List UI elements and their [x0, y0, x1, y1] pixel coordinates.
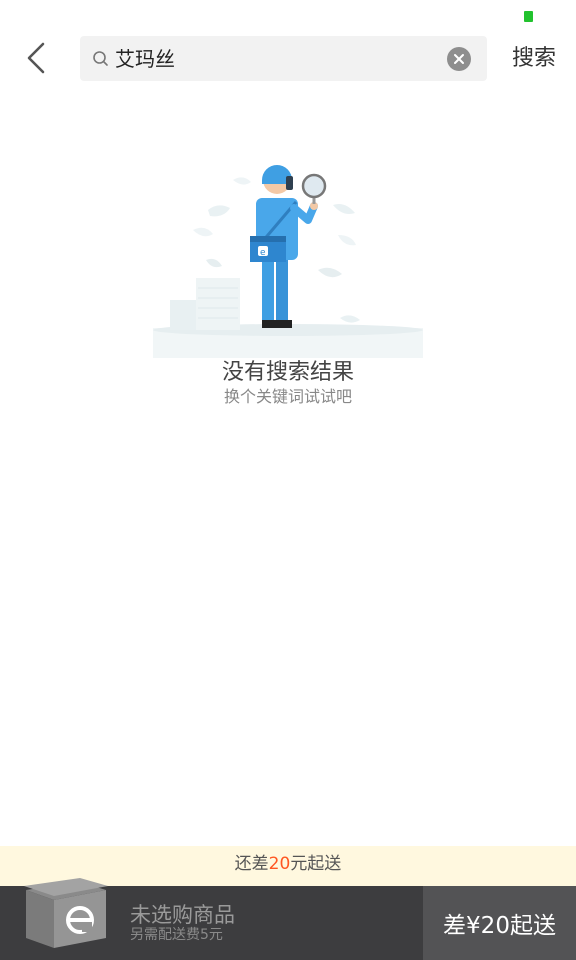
search-results-page: 艾玛丝 搜索 e 没有搜索结果 换个关键词试试吧 还差20元起送 未选购商品 另…: [0, 0, 576, 960]
empty-state-title: 没有搜索结果: [221, 360, 354, 385]
cart-box-icon[interactable]: [20, 876, 110, 952]
search-box[interactable]: 艾玛丝: [80, 36, 487, 81]
chevron-left-icon: [27, 42, 45, 74]
search-header: 艾玛丝 搜索: [0, 0, 576, 100]
delivery-fee-text: 另需配送费5元: [130, 927, 223, 943]
courier-magnifier-illustration: e: [153, 165, 423, 358]
notice-suffix: 元起送: [290, 854, 342, 874]
back-button[interactable]: [14, 36, 58, 80]
svg-text:e: e: [260, 248, 266, 258]
clear-icon: [454, 54, 464, 64]
clear-search-button[interactable]: [447, 47, 471, 71]
cart-empty-title: 未选购商品: [130, 903, 235, 927]
checkout-button[interactable]: 差¥20起送: [423, 886, 576, 960]
empty-state-subtitle: 换个关键词试试吧: [223, 387, 352, 406]
search-icon: [93, 51, 108, 66]
notice-amount: 20: [268, 854, 291, 874]
search-input[interactable]: 艾玛丝: [115, 46, 175, 72]
notice-prefix: 还差: [234, 854, 269, 874]
search-submit-button[interactable]: 搜索: [502, 42, 566, 76]
